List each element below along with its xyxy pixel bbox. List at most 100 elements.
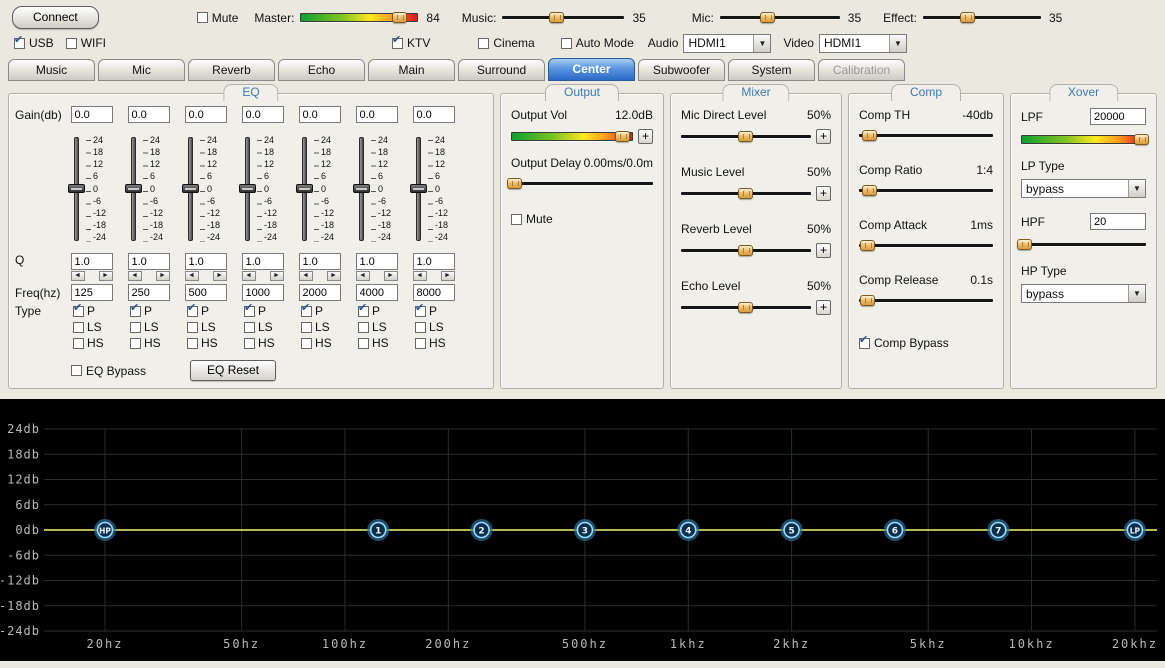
eq-gain-input[interactable] xyxy=(413,106,455,123)
q-decrement-button[interactable]: ◄ xyxy=(71,271,85,281)
eq-type-hs-checkbox-box[interactable] xyxy=(358,338,369,349)
eq-q-spinner[interactable]: ◄► xyxy=(242,253,284,281)
eq-type-p-checkbox-box[interactable]: ✔ xyxy=(73,306,84,317)
eq-type-ls-checkbox[interactable]: LS xyxy=(301,320,330,334)
eq-type-hs-checkbox[interactable]: HS xyxy=(415,336,446,350)
eq-type-p-checkbox-box[interactable]: ✔ xyxy=(415,306,426,317)
mixer-level-slider[interactable] xyxy=(681,187,811,200)
ktv-checkbox[interactable]: ✔ KTV xyxy=(392,36,430,50)
eq-band-slider[interactable] xyxy=(410,135,428,243)
eq-type-p-checkbox[interactable]: ✔P xyxy=(358,304,380,318)
dropdown-arrow-icon[interactable]: ▼ xyxy=(753,35,770,52)
q-increment-button[interactable]: ► xyxy=(327,271,341,281)
lp-type-dropdown[interactable]: bypass ▼ xyxy=(1021,179,1146,198)
eq-marker-lp[interactable]: LP xyxy=(1125,521,1144,540)
eq-gain-input[interactable] xyxy=(185,106,227,123)
eq-q-input[interactable] xyxy=(356,253,398,270)
tab-music[interactable]: Music xyxy=(8,59,95,81)
eq-band-slider-handle[interactable] xyxy=(125,184,142,193)
q-increment-button[interactable]: ► xyxy=(384,271,398,281)
eq-type-ls-checkbox[interactable]: LS xyxy=(415,320,444,334)
mic-slider[interactable] xyxy=(720,11,840,24)
eq-type-hs-checkbox[interactable]: HS xyxy=(187,336,218,350)
effect-slider-handle[interactable] xyxy=(960,12,975,23)
tab-surround[interactable]: Surround xyxy=(458,59,545,81)
tab-center[interactable]: Center xyxy=(548,58,635,81)
eq-band-slider-handle[interactable] xyxy=(296,184,313,193)
mixer-level-slider[interactable] xyxy=(681,130,811,143)
eq-band-slider-handle[interactable] xyxy=(239,184,256,193)
eq-type-p-checkbox-box[interactable]: ✔ xyxy=(130,306,141,317)
eq-band-slider[interactable] xyxy=(296,135,314,243)
usb-checkbox[interactable]: ✔ USB xyxy=(14,36,54,50)
eq-type-hs-checkbox-box[interactable] xyxy=(187,338,198,349)
comp-slider[interactable] xyxy=(859,294,993,307)
eq-q-input[interactable] xyxy=(299,253,341,270)
eq-reset-button[interactable]: EQ Reset xyxy=(190,360,276,381)
eq-band-slider-handle[interactable] xyxy=(353,184,370,193)
usb-checkbox-box[interactable]: ✔ xyxy=(14,38,25,49)
output-vol-slider[interactable] xyxy=(511,130,633,143)
auto-mode-checkbox[interactable]: Auto Mode xyxy=(561,36,634,50)
eq-type-ls-checkbox-box[interactable] xyxy=(358,322,369,333)
eq-gain-input[interactable] xyxy=(242,106,284,123)
eq-type-ls-checkbox[interactable]: LS xyxy=(358,320,387,334)
q-increment-button[interactable]: ► xyxy=(441,271,455,281)
tab-main[interactable]: Main xyxy=(368,59,455,81)
eq-marker-4[interactable]: 4 xyxy=(679,521,698,540)
comp-bypass-checkbox-box[interactable]: ✔ xyxy=(859,338,870,349)
mute-checkbox[interactable]: Mute xyxy=(197,11,239,25)
eq-type-ls-checkbox-box[interactable] xyxy=(187,322,198,333)
eq-type-hs-checkbox[interactable]: HS xyxy=(358,336,389,350)
eq-freq-input[interactable] xyxy=(413,284,455,301)
eq-freq-input[interactable] xyxy=(356,284,398,301)
eq-type-hs-checkbox-box[interactable] xyxy=(301,338,312,349)
dropdown-arrow-icon[interactable]: ▼ xyxy=(1128,285,1145,302)
q-decrement-button[interactable]: ◄ xyxy=(413,271,427,281)
output-delay-slider[interactable] xyxy=(511,177,653,190)
eq-type-hs-checkbox-box[interactable] xyxy=(415,338,426,349)
comp-slider[interactable] xyxy=(859,129,993,142)
eq-freq-input[interactable] xyxy=(71,284,113,301)
eq-freq-input[interactable] xyxy=(185,284,227,301)
cinema-checkbox-box[interactable] xyxy=(478,38,489,49)
comp-slider-handle[interactable] xyxy=(860,240,875,251)
wifi-checkbox-box[interactable] xyxy=(66,38,77,49)
q-decrement-button[interactable]: ◄ xyxy=(185,271,199,281)
eq-marker-3[interactable]: 3 xyxy=(575,521,594,540)
eq-type-p-checkbox-box[interactable]: ✔ xyxy=(244,306,255,317)
hpf-slider[interactable] xyxy=(1021,238,1146,251)
eq-type-p-checkbox-box[interactable]: ✔ xyxy=(301,306,312,317)
eq-q-input[interactable] xyxy=(71,253,113,270)
eq-freq-input[interactable] xyxy=(128,284,170,301)
eq-q-input[interactable] xyxy=(413,253,455,270)
tab-reverb[interactable]: Reverb xyxy=(188,59,275,81)
comp-slider-handle[interactable] xyxy=(862,185,877,196)
eq-marker-7[interactable]: 7 xyxy=(989,521,1008,540)
q-increment-button[interactable]: ► xyxy=(156,271,170,281)
eq-freq-input[interactable] xyxy=(299,284,341,301)
music-slider[interactable] xyxy=(502,11,624,24)
mixer-level-slider-handle[interactable] xyxy=(738,245,753,256)
output-delay-slider-handle[interactable] xyxy=(507,178,522,189)
mixer-level-slider[interactable] xyxy=(681,301,811,314)
eq-q-spinner[interactable]: ◄► xyxy=(356,253,398,281)
comp-slider[interactable] xyxy=(859,184,993,197)
eq-bypass-checkbox[interactable]: EQ Bypass xyxy=(71,364,146,378)
eq-type-ls-checkbox-box[interactable] xyxy=(73,322,84,333)
output-vol-plus-button[interactable]: + xyxy=(638,129,653,144)
comp-slider-handle[interactable] xyxy=(860,295,875,306)
q-decrement-button[interactable]: ◄ xyxy=(356,271,370,281)
eq-type-hs-checkbox[interactable]: HS xyxy=(301,336,332,350)
eq-marker-6[interactable]: 6 xyxy=(885,521,904,540)
q-decrement-button[interactable]: ◄ xyxy=(299,271,313,281)
eq-type-hs-checkbox[interactable]: HS xyxy=(244,336,275,350)
tab-calibration[interactable]: Calibration xyxy=(818,59,905,81)
mixer-level-slider-handle[interactable] xyxy=(738,302,753,313)
eq-q-spinner[interactable]: ◄► xyxy=(128,253,170,281)
comp-bypass-checkbox[interactable]: ✔ Comp Bypass xyxy=(859,336,949,350)
eq-type-p-checkbox[interactable]: ✔P xyxy=(244,304,266,318)
master-slider-handle[interactable] xyxy=(392,12,407,23)
music-slider-handle[interactable] xyxy=(549,12,564,23)
connect-button[interactable]: Connect xyxy=(12,6,99,29)
